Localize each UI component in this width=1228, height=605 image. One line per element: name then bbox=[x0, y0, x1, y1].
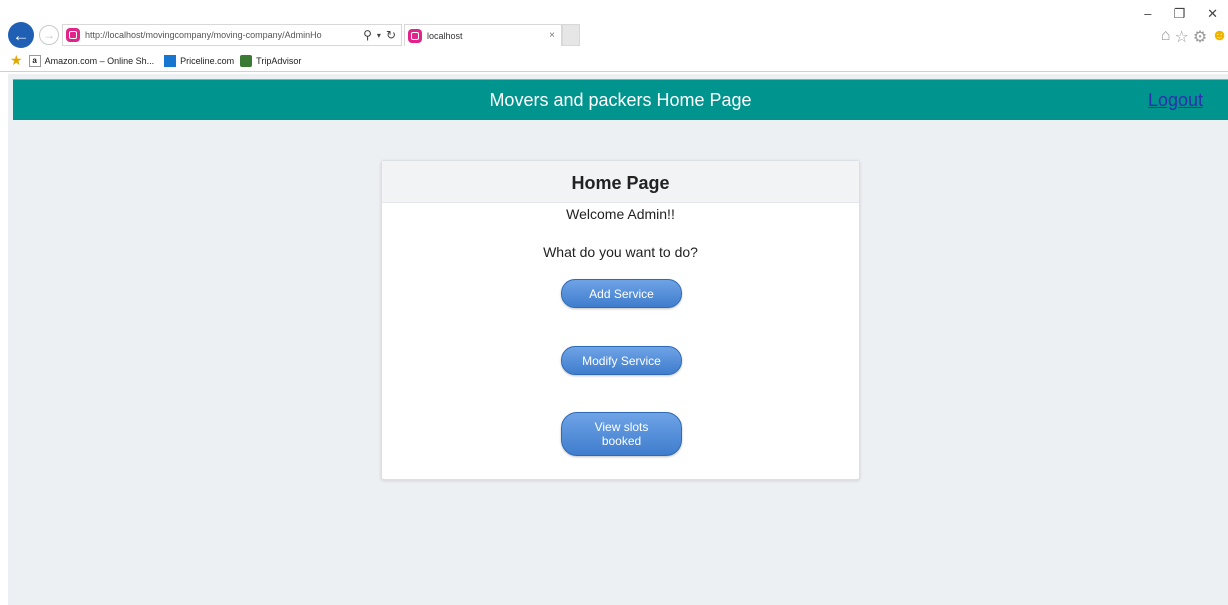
tab-favicon-icon bbox=[408, 28, 422, 43]
favorite-label: TripAdvisor bbox=[256, 55, 302, 66]
arrow-left-icon: ← bbox=[12, 25, 30, 45]
feedback-smiley-icon[interactable]: ☻ bbox=[1211, 27, 1228, 47]
search-icon[interactable]: ⚲ bbox=[363, 28, 372, 42]
new-tab-button[interactable] bbox=[562, 24, 580, 46]
view-slots-booked-button[interactable]: View slots booked bbox=[561, 412, 682, 456]
address-bar[interactable]: http://localhost/movingcompany/moving-co… bbox=[62, 24, 402, 46]
back-button[interactable]: ← bbox=[8, 22, 34, 48]
toolbar-icons: ⌂ ☆ ⚙ ☻ bbox=[1161, 27, 1228, 47]
favorites-star-icon[interactable]: ☆ bbox=[1174, 27, 1188, 47]
tripadvisor-icon bbox=[240, 54, 253, 67]
forward-button[interactable]: → bbox=[39, 25, 59, 45]
site-favicon-icon bbox=[66, 28, 80, 42]
add-service-button[interactable]: Add Service bbox=[561, 279, 682, 308]
gear-icon[interactable]: ⚙ bbox=[1193, 27, 1207, 47]
home-icon[interactable]: ⌂ bbox=[1161, 27, 1171, 47]
favorite-tripadvisor[interactable]: TripAdvisor bbox=[240, 54, 302, 67]
logout-link[interactable]: Logout bbox=[1148, 90, 1203, 111]
tab-title: localhost bbox=[427, 30, 463, 41]
favorite-priceline[interactable]: Priceline.com bbox=[164, 54, 235, 67]
site-header: Movers and packers Home Page Logout bbox=[13, 79, 1228, 120]
home-card: Home Page Welcome Admin!! What do you wa… bbox=[381, 160, 860, 480]
navigation-row: ← → http://localhost/movingcompany/movin… bbox=[0, 18, 1228, 50]
card-title: Home Page bbox=[382, 161, 859, 203]
dropdown-icon[interactable]: ▾ bbox=[377, 31, 381, 40]
modify-service-button[interactable]: Modify Service bbox=[561, 346, 682, 375]
page-title: Movers and packers Home Page bbox=[489, 90, 752, 110]
page-body: Movers and packers Home Page Logout Home… bbox=[8, 74, 1228, 605]
favorite-label: Priceline.com bbox=[180, 55, 235, 66]
favorites-bar: ★ a Amazon.com – Online Sh... Priceline.… bbox=[0, 50, 1228, 72]
address-text[interactable]: http://localhost/movingcompany/moving-co… bbox=[85, 30, 363, 40]
refresh-icon[interactable]: ↻ bbox=[386, 28, 396, 42]
welcome-text: Welcome Admin!! bbox=[566, 206, 675, 222]
browser-tab[interactable]: localhost × bbox=[404, 24, 562, 46]
add-favorite-star-icon[interactable]: ★ bbox=[10, 52, 23, 69]
favorite-amazon[interactable]: a Amazon.com – Online Sh... bbox=[28, 54, 155, 67]
question-text: What do you want to do? bbox=[543, 244, 698, 260]
priceline-icon bbox=[164, 54, 177, 67]
amazon-icon: a bbox=[28, 54, 41, 67]
browser-chrome: – ❐ ✕ ← → http://localhost/movingcompany… bbox=[0, 0, 1228, 74]
favorite-label: Amazon.com – Online Sh... bbox=[44, 55, 155, 66]
arrow-right-icon: → bbox=[43, 28, 55, 42]
tab-close-icon[interactable]: × bbox=[549, 30, 555, 41]
